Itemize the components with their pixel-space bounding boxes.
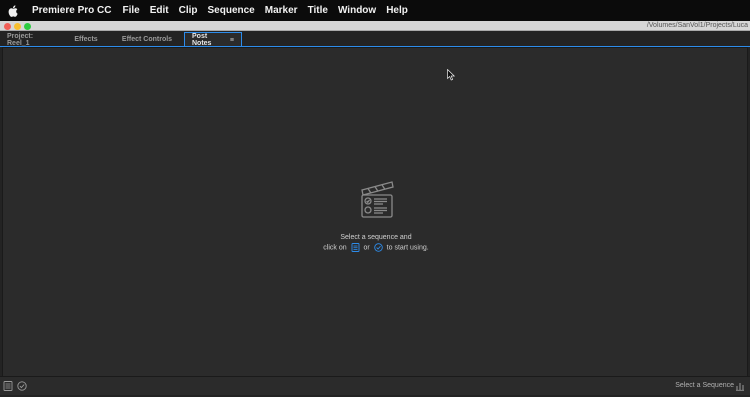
empty-line-2: click on or to start using. <box>3 243 749 253</box>
select-sequence-label[interactable]: Select a Sequence <box>675 381 734 391</box>
post-notes-panel: Select a sequence and click on or to sta… <box>2 47 748 378</box>
tab-label: Effects <box>74 36 98 43</box>
sequence-settings-icon[interactable] <box>735 381 745 391</box>
panel-bottom-bar: Select a Sequence <box>0 376 750 395</box>
tab-effects[interactable]: Effects <box>62 32 110 47</box>
tab-project[interactable]: Project: Reel_1 <box>0 32 62 47</box>
menu-sequence[interactable]: Sequence <box>208 5 255 16</box>
window-titlebar: /Volumes/SanVol1/Projects/Luca <box>0 21 750 31</box>
close-window-button[interactable] <box>4 22 11 30</box>
panel-menu-icon[interactable]: ≡ <box>230 37 234 44</box>
panel-tab-bar: Project: Reel_1 Effects Effect Controls … <box>0 32 750 47</box>
empty-line-2-prefix: click on <box>323 244 347 252</box>
tab-label: Project: Reel_1 <box>7 32 34 47</box>
check-circle-icon <box>373 243 383 252</box>
mouse-cursor-icon <box>447 69 455 81</box>
menu-marker[interactable]: Marker <box>265 5 298 16</box>
tab-label: Post Notes <box>192 33 212 47</box>
menu-title[interactable]: Title <box>308 5 328 16</box>
apple-icon[interactable] <box>0 4 26 17</box>
empty-state-message: Select a sequence and click on or to sta… <box>3 233 749 253</box>
tab-effect-controls[interactable]: Effect Controls <box>110 32 184 47</box>
maximize-window-button[interactable] <box>24 22 31 30</box>
project-path: /Volumes/SanVol1/Projects/Luca <box>646 22 748 29</box>
menu-window[interactable]: Window <box>338 5 376 16</box>
empty-line-2-suffix: to start using. <box>386 244 429 252</box>
minimize-window-button[interactable] <box>14 22 21 30</box>
clapperboard-notes-icon <box>361 181 394 218</box>
tab-post-notes[interactable]: Post Notes ≡ <box>184 32 242 47</box>
list-notes-icon <box>351 243 360 252</box>
app-name-menu[interactable]: Premiere Pro CC <box>32 5 111 16</box>
tab-label: Effect Controls <box>121 36 173 43</box>
menu-bar: Premiere Pro CC File Edit Clip Sequence … <box>0 0 750 21</box>
notes-list-button[interactable] <box>3 381 13 391</box>
menu-clip[interactable]: Clip <box>179 5 198 16</box>
check-circle-button[interactable] <box>17 381 27 391</box>
empty-line-2-or: or <box>363 244 370 252</box>
menu-help[interactable]: Help <box>386 5 408 16</box>
empty-line-1: Select a sequence and <box>340 234 412 241</box>
menu-file[interactable]: File <box>122 5 139 16</box>
menu-edit[interactable]: Edit <box>150 5 169 16</box>
empty-state: Select a sequence and click on or to sta… <box>3 176 749 253</box>
